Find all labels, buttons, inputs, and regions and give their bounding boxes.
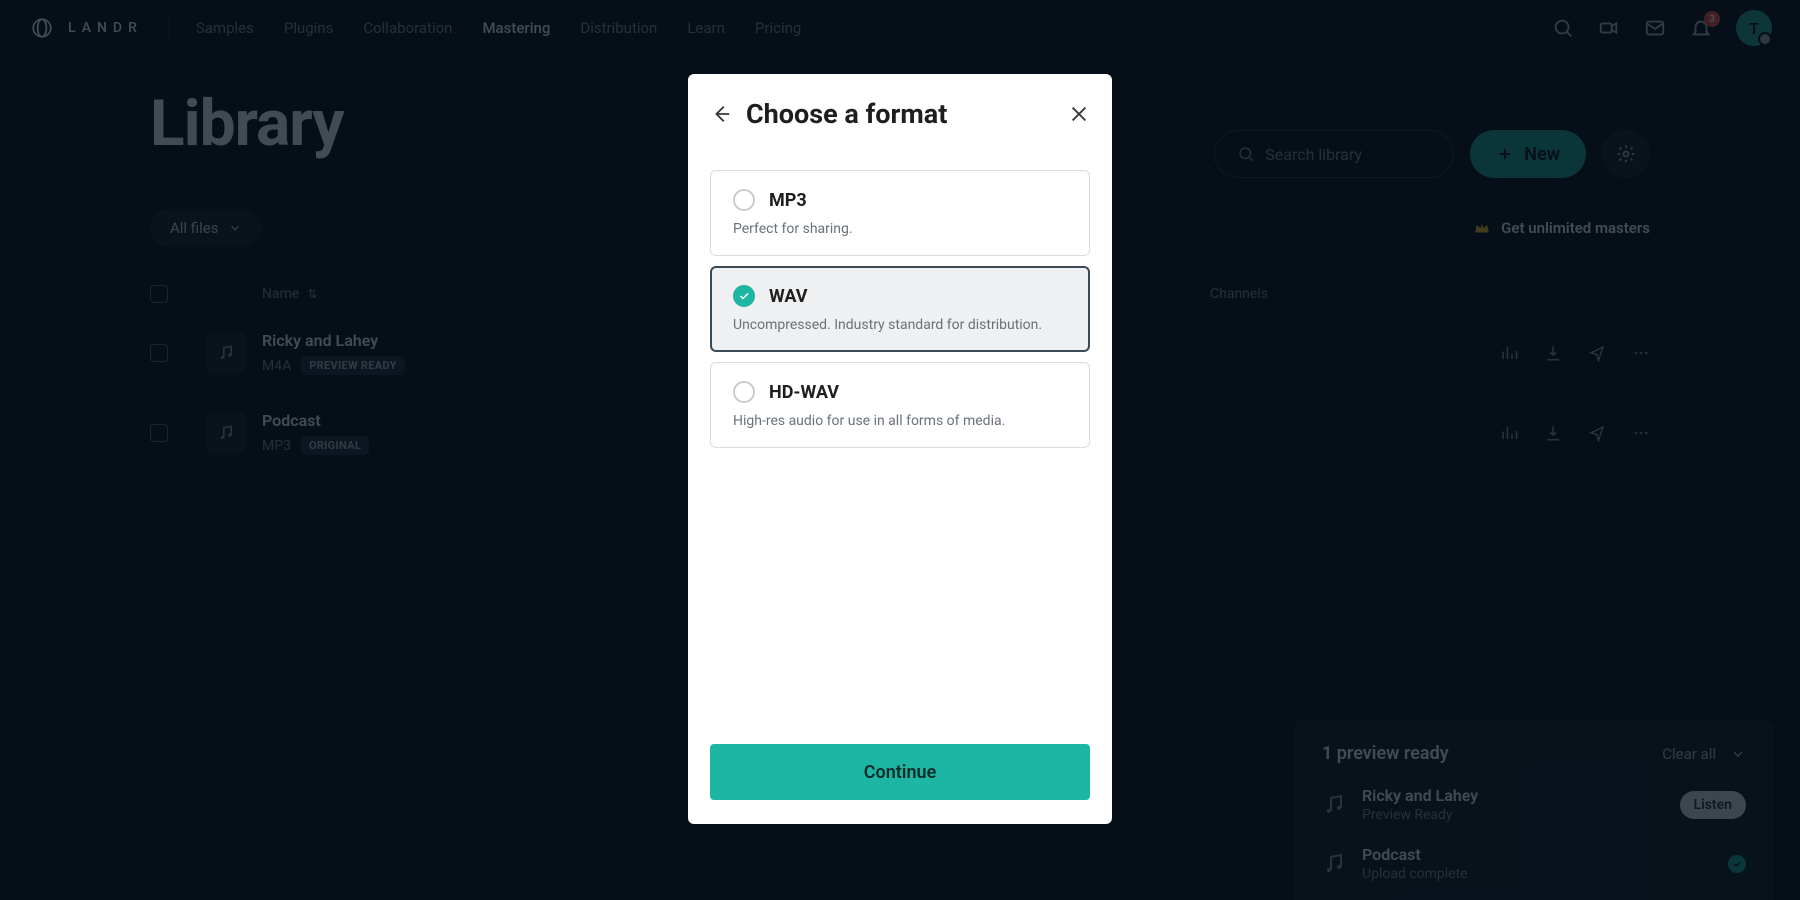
continue-label: Continue [864, 762, 937, 783]
format-desc: Uncompressed. Industry standard for dist… [733, 317, 1067, 333]
radio-unchecked-icon [733, 381, 755, 403]
format-desc: High-res audio for use in all forms of m… [733, 413, 1067, 429]
format-option-mp3[interactable]: MP3 Perfect for sharing. [710, 170, 1090, 256]
modal-overlay[interactable]: Choose a format MP3 Perfect for sharing.… [0, 0, 1800, 900]
format-desc: Perfect for sharing. [733, 221, 1067, 237]
continue-button[interactable]: Continue [710, 744, 1090, 800]
format-list: MP3 Perfect for sharing. WAV Uncompresse… [710, 170, 1090, 448]
modal-title: Choose a format [746, 98, 1054, 130]
format-title: WAV [769, 286, 808, 307]
choose-format-modal: Choose a format MP3 Perfect for sharing.… [688, 74, 1112, 824]
radio-checked-icon [733, 285, 755, 307]
close-icon[interactable] [1068, 103, 1090, 125]
radio-unchecked-icon [733, 189, 755, 211]
format-title: MP3 [769, 190, 807, 211]
back-icon[interactable] [710, 103, 732, 125]
format-title: HD-WAV [769, 382, 839, 403]
format-option-hdwav[interactable]: HD-WAV High-res audio for use in all for… [710, 362, 1090, 448]
format-option-wav[interactable]: WAV Uncompressed. Industry standard for … [710, 266, 1090, 352]
